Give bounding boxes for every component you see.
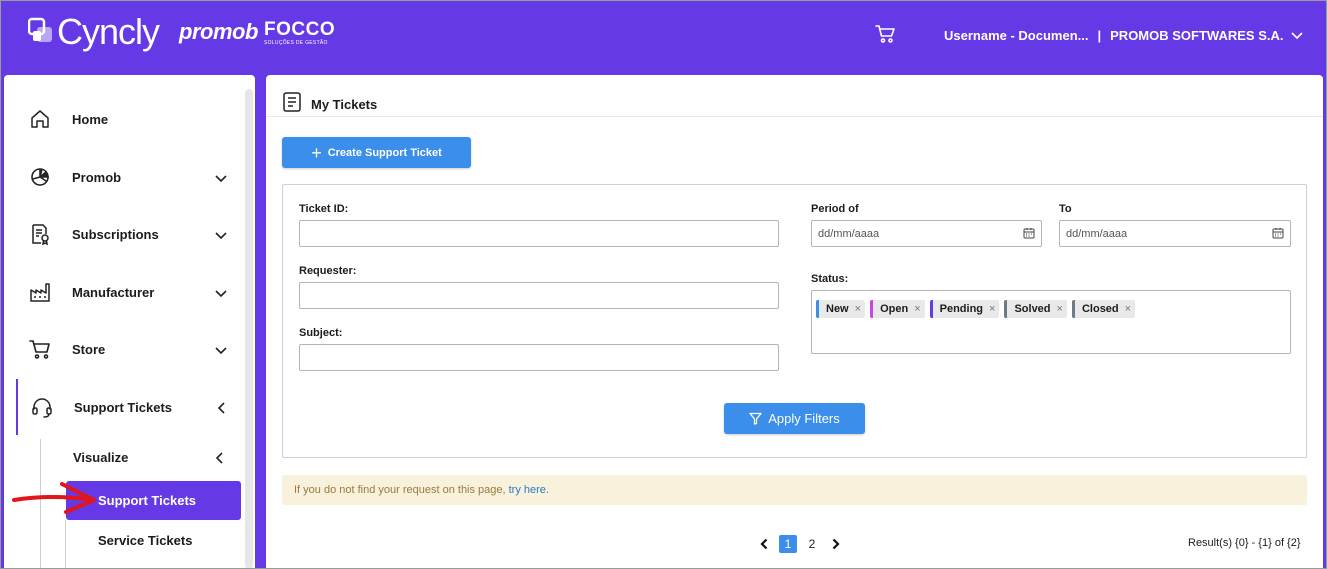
apply-filters-button[interactable]: Apply Filters xyxy=(724,403,865,434)
sidebar-item-label: Promob xyxy=(72,169,122,185)
promob-logo: promob xyxy=(179,19,258,44)
cyncly-logo-mark-icon xyxy=(27,17,55,47)
sidebar-item-promob[interactable]: Promob xyxy=(4,157,242,197)
prev-page-icon[interactable] xyxy=(755,535,773,553)
username-label: Username - Documen... xyxy=(944,28,1089,43)
submenu-group-visualize[interactable]: Visualize xyxy=(73,450,128,465)
headset-icon xyxy=(30,395,54,419)
ticket-id-input[interactable] xyxy=(299,220,779,247)
sidebar-item-support-tickets[interactable]: Support Tickets xyxy=(16,379,242,435)
sidebar-item-label: Store xyxy=(72,341,106,357)
sidebar-item-label: Manufacturer xyxy=(72,284,155,300)
status-multiselect[interactable]: New × Open × Pending × Solved × Closed × xyxy=(811,290,1291,354)
chevron-down-icon xyxy=(215,285,227,303)
cart-icon xyxy=(28,337,52,361)
page-1-button[interactable]: 1 xyxy=(779,535,797,553)
sidebar-scrollbar[interactable] xyxy=(245,89,253,569)
filter-icon xyxy=(749,412,762,425)
notice-text: If you do not find your request on this … xyxy=(294,484,506,496)
results-count: Result(s) {0} - {1} of {2} xyxy=(1188,537,1301,549)
period-of-label: Period of xyxy=(811,203,859,215)
submenu-item-service-tickets[interactable]: Service Tickets xyxy=(98,533,192,548)
user-separator: | xyxy=(1097,28,1102,43)
sidebar-item-store[interactable]: Store xyxy=(4,329,242,369)
to-label: To xyxy=(1059,203,1072,215)
remove-tag-icon[interactable]: × xyxy=(1057,303,1063,315)
document-icon xyxy=(282,91,302,118)
create-button-label: Create Support Ticket xyxy=(327,146,442,159)
page-header: My Tickets xyxy=(282,91,377,118)
status-tag-solved: Solved × xyxy=(1004,300,1067,318)
subject-input[interactable] xyxy=(299,344,779,371)
status-tags: New × Open × Pending × Solved × Closed × xyxy=(816,300,1140,318)
home-icon xyxy=(28,107,52,131)
main-panel: My Tickets + Create Support Ticket Ticke… xyxy=(266,75,1323,569)
ticket-id-label: Ticket ID: xyxy=(299,203,349,215)
subject-label: Subject: xyxy=(299,327,343,339)
create-support-ticket-button[interactable]: + Create Support Ticket xyxy=(282,137,471,168)
requester-label: Requester: xyxy=(299,265,357,277)
info-notice: If you do not find your request on this … xyxy=(282,475,1307,505)
pagination: 1 2 xyxy=(752,535,848,553)
status-tag-pending: Pending × xyxy=(929,300,1000,318)
remove-tag-icon[interactable]: × xyxy=(1125,303,1131,315)
filter-panel: Ticket ID: Requester: Subject: Period of… xyxy=(282,184,1307,458)
remove-tag-icon[interactable]: × xyxy=(989,303,995,315)
cyncly-wordmark: Cyncly xyxy=(57,11,160,52)
status-label: Status: xyxy=(811,273,849,285)
status-tag-open: Open × xyxy=(870,300,925,318)
chevron-down-icon xyxy=(1291,28,1304,43)
next-page-icon[interactable] xyxy=(827,535,845,553)
status-tag-new: New × xyxy=(816,300,866,318)
chevron-down-icon xyxy=(215,170,227,188)
sidebar-item-subscriptions[interactable]: Subscriptions xyxy=(4,214,242,254)
sidebar-item-label: Subscriptions xyxy=(72,226,159,242)
sidebar-item-label: Support Tickets xyxy=(74,399,173,415)
date-placeholder: dd/mm/aaaa xyxy=(1066,227,1128,240)
apply-filters-label: Apply Filters xyxy=(768,411,840,426)
page-2-button[interactable]: 2 xyxy=(803,535,821,553)
annotation-arrow-icon xyxy=(10,478,98,521)
requester-input[interactable] xyxy=(299,282,779,309)
submenu-guide-line xyxy=(65,520,66,569)
sidebar-item-manufacturer[interactable]: Manufacturer xyxy=(4,272,242,312)
sidebar-item-label: Home xyxy=(72,111,109,127)
header-cart-icon[interactable] xyxy=(875,24,897,49)
focco-logo: FOCCO SOLUÇÕES DE GESTÃO xyxy=(264,19,336,47)
chevron-down-icon xyxy=(215,342,227,360)
company-label: PROMOB SOFTWARES S.A. xyxy=(1110,28,1284,43)
period-from-date-input[interactable]: dd/mm/aaaa xyxy=(811,220,1042,247)
user-menu[interactable]: Username - Documen... | PROMOB SOFTWARES… xyxy=(944,28,1304,43)
factory-icon xyxy=(28,280,52,304)
sidebar-item-home[interactable]: Home xyxy=(4,99,242,139)
remove-tag-icon[interactable]: × xyxy=(855,303,861,315)
cyncly-logo[interactable]: Cyncly xyxy=(27,11,160,52)
calendar-icon[interactable] xyxy=(1272,227,1284,242)
status-tag-closed: Closed × xyxy=(1071,300,1136,318)
chevron-down-icon xyxy=(215,227,227,245)
chevron-left-icon xyxy=(215,451,223,469)
plus-icon: + xyxy=(311,142,322,163)
chevron-left-icon xyxy=(217,401,225,419)
subscriptions-icon xyxy=(28,222,52,246)
try-here-link[interactable]: try here. xyxy=(509,484,549,496)
promob-icon xyxy=(28,165,52,189)
top-header: Cyncly promob FOCCO SOLUÇÕES DE GESTÃO U… xyxy=(0,0,1327,75)
page-title: My Tickets xyxy=(311,97,378,112)
period-to-date-input[interactable]: dd/mm/aaaa xyxy=(1059,220,1291,247)
calendar-icon[interactable] xyxy=(1023,227,1035,242)
remove-tag-icon[interactable]: × xyxy=(914,303,920,315)
date-placeholder: dd/mm/aaaa xyxy=(818,227,880,240)
